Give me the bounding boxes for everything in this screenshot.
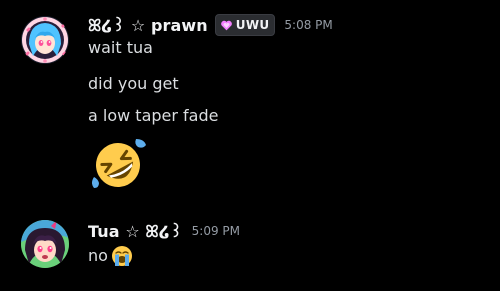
timestamp[interactable]: 5:08 PM: [284, 18, 332, 32]
avatar[interactable]: [21, 16, 69, 64]
username[interactable]: ꕤ໒꒱ ☆ prawn: [88, 14, 208, 36]
timestamp[interactable]: 5:09 PM: [192, 224, 240, 238]
chat-log: ꕤ໒꒱ ☆ prawn UWU 5:08 PM wait tua did you…: [0, 0, 500, 291]
avatar[interactable]: [21, 220, 69, 268]
message-line: wait tua: [88, 38, 153, 57]
avatar-prawn-image: [21, 16, 69, 64]
guild-tag-text: UWU: [235, 18, 270, 32]
message-line: a low taper fade: [88, 106, 219, 125]
avatar-tua-image: [21, 220, 69, 268]
message-text: no: [88, 246, 108, 265]
message-line: did you get: [88, 74, 179, 93]
guild-tag-badge[interactable]: UWU: [214, 14, 276, 36]
username[interactable]: Tua ☆ ꕤ໒꒱: [88, 220, 183, 242]
message-header: Tua ☆ ꕤ໒꒱ 5:09 PM: [88, 219, 240, 243]
loudly-crying-face-icon[interactable]: [111, 245, 133, 267]
message-line: no: [88, 245, 133, 267]
heart-icon: [220, 20, 232, 30]
rolling-on-floor-laughing-icon[interactable]: [88, 137, 148, 191]
message-header: ꕤ໒꒱ ☆ prawn UWU 5:08 PM: [88, 13, 333, 37]
